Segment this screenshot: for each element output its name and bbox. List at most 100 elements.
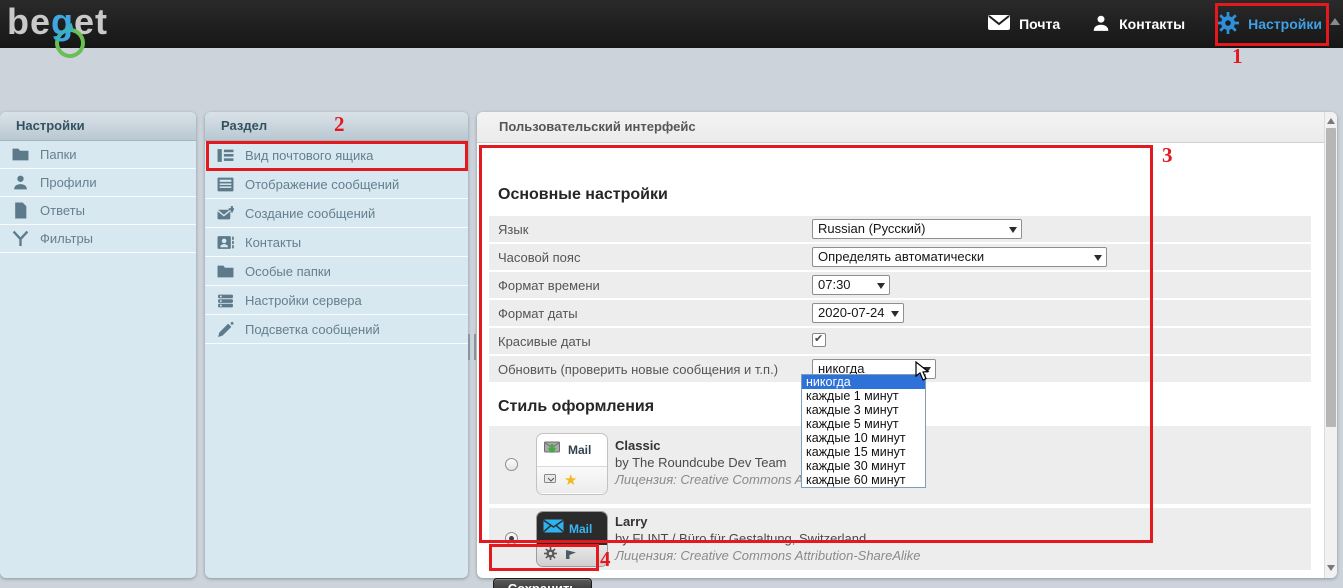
skin-name: Larry (615, 514, 648, 529)
section-item-contacts[interactable]: Контакты (205, 228, 468, 257)
timezone-label: Часовой пояс (498, 250, 580, 265)
menu-item-mail-label: Почта (1019, 16, 1060, 32)
section-item-label: Подсветка сообщений (245, 322, 380, 337)
time-format-label: Формат времени (498, 278, 600, 293)
skin-heading: Стиль оформления (498, 398, 654, 416)
message-display-icon (217, 176, 234, 193)
user-icon (12, 174, 29, 191)
sidebar-item-label: Папки (40, 147, 77, 162)
sidebar-item-label: Фильтры (40, 231, 93, 246)
dropdown-option[interactable]: каждые 1 минут (802, 389, 925, 403)
skin-author: by The Roundcube Dev Team (615, 455, 787, 470)
sidebar-item-label: Профили (40, 175, 97, 190)
star-icon: ★ (564, 471, 577, 489)
logo-text-prefix: be (7, 1, 51, 42)
section-item-label: Настройки сервера (245, 293, 362, 308)
select-arrow-icon (923, 367, 931, 373)
form-row-timezone: Часовой пояс Определять автоматически (489, 244, 1311, 270)
select-arrow-icon (877, 283, 885, 289)
person-icon (1092, 14, 1110, 35)
gear-icon (1217, 12, 1239, 37)
time-format-select[interactable]: 07:30 (812, 275, 890, 295)
form-row-language: Язык Russian (Русский) (489, 216, 1311, 242)
sidebar-item-filters[interactable]: Фильтры (0, 225, 196, 253)
sidebar-list: Настройки Папки Профили Ответы Фильтры (0, 141, 196, 253)
refresh-label: Обновить (проверить новые сообщения и т.… (498, 362, 778, 377)
beget-webmail-page: beget Почта Контакты Настройки (0, 0, 1343, 588)
classic-skin-thumbnail[interactable]: Mail ★ (536, 433, 608, 495)
sidebar-item-folders[interactable]: Папки (0, 141, 196, 169)
section-item-label: Создание сообщений (245, 206, 375, 221)
timezone-select-value: Определять автоматически (818, 249, 984, 264)
sections-list: Пользовательский интерфейс Вид почтового… (205, 141, 468, 344)
larry-gear-icon (544, 547, 557, 565)
classic-mail-icon (544, 440, 563, 460)
user-interface-panel: Пользовательский интерфейс Основные наст… (477, 112, 1337, 578)
select-arrow-icon (891, 311, 899, 317)
select-arrow-icon (1009, 227, 1017, 233)
general-settings-heading: Основные настройки (498, 186, 668, 204)
skin-license: Лицензия: Creative Commons Attribution-S… (615, 548, 921, 563)
larry-thumb-label: Mail (569, 522, 592, 536)
date-format-select-value: 2020-07-24 (818, 305, 885, 320)
save-button[interactable]: Сохранить (493, 578, 592, 588)
filter-icon (12, 230, 29, 247)
sidebar-item-label: Ответы (40, 203, 85, 218)
section-item-label: Особые папки (245, 264, 331, 279)
form-row-pretty-dates: Красивые даты (489, 328, 1311, 354)
section-item-message-display[interactable]: Отображение сообщений (205, 170, 468, 199)
top-menu: Почта Контакты Настройки (988, 0, 1322, 48)
scrollbar-down-arrow-icon[interactable] (1327, 565, 1335, 571)
menu-item-contacts-label: Контакты (1119, 16, 1185, 32)
main-content: Основные настройки Язык Russian (Русский… (477, 142, 1324, 578)
dropdown-option[interactable]: каждые 3 минут (802, 403, 925, 417)
form-row-date-format: Формат даты 2020-07-24 (489, 300, 1311, 326)
menu-item-mail[interactable]: Почта (988, 15, 1060, 33)
main-scrollbar[interactable] (1324, 112, 1337, 578)
skin-name: Classic (615, 438, 661, 453)
section-item-label: Вид почтового ящика (245, 148, 373, 163)
classic-radio[interactable] (505, 458, 518, 471)
section-item-server-settings[interactable]: Настройки сервера (205, 286, 468, 315)
section-item-mailbox-view[interactable]: Вид почтового ящика (205, 141, 468, 170)
page-scrollbar-up-arrow-icon[interactable] (1330, 18, 1340, 25)
pretty-dates-checkbox[interactable] (812, 333, 826, 347)
pencil-icon (217, 321, 234, 338)
sidebar-header: Настройки (0, 112, 196, 141)
document-icon (12, 202, 29, 219)
larry-skin-thumbnail[interactable]: Mail (536, 511, 608, 567)
dropdown-option[interactable]: каждые 5 минут (802, 417, 925, 431)
classic-toolbar-icon (544, 473, 558, 488)
date-format-select[interactable]: 2020-07-24 (812, 303, 904, 323)
section-item-label: Отображение сообщений (245, 177, 399, 192)
dropdown-option[interactable]: каждые 60 минут (802, 473, 925, 487)
list-layout-icon (217, 147, 234, 164)
main-panel-title: Пользовательский интерфейс (477, 112, 1337, 143)
menu-item-settings[interactable]: Настройки (1217, 12, 1322, 37)
dropdown-option[interactable]: каждые 30 минут (802, 459, 925, 473)
dropdown-option[interactable]: каждые 15 минут (802, 445, 925, 459)
section-item-special-folders[interactable]: Особые папки (205, 257, 468, 286)
section-item-message-highlights[interactable]: Подсветка сообщений (205, 315, 468, 344)
larry-mail-icon (543, 519, 564, 538)
timezone-select[interactable]: Определять автоматически (812, 247, 1107, 267)
contact-card-icon (217, 234, 234, 251)
panel-splitter-handle[interactable] (468, 334, 476, 360)
select-arrow-icon (1094, 255, 1102, 261)
sections-header: Раздел (205, 112, 468, 141)
larry-radio[interactable] (505, 532, 518, 545)
time-format-select-value: 07:30 (818, 277, 851, 292)
language-select[interactable]: Russian (Русский) (812, 219, 1022, 239)
skin-option-larry: Mail Larry by FLINT / Büro für Gestaltun… (489, 508, 1311, 570)
sidebar-item-identities[interactable]: Профили (0, 169, 196, 197)
server-icon (217, 292, 234, 309)
sidebar-item-responses[interactable]: Ответы (0, 197, 196, 225)
scrollbar-thumb[interactable] (1326, 128, 1336, 427)
classic-thumb-label: Mail (568, 443, 591, 457)
scrollbar-up-arrow-icon[interactable] (1327, 118, 1335, 124)
dropdown-option[interactable]: каждые 10 минут (802, 431, 925, 445)
dropdown-option[interactable]: никогда (802, 375, 925, 389)
language-select-value: Russian (Русский) (818, 221, 925, 236)
section-item-composing[interactable]: Создание сообщений (205, 199, 468, 228)
menu-item-contacts[interactable]: Контакты (1092, 14, 1185, 35)
